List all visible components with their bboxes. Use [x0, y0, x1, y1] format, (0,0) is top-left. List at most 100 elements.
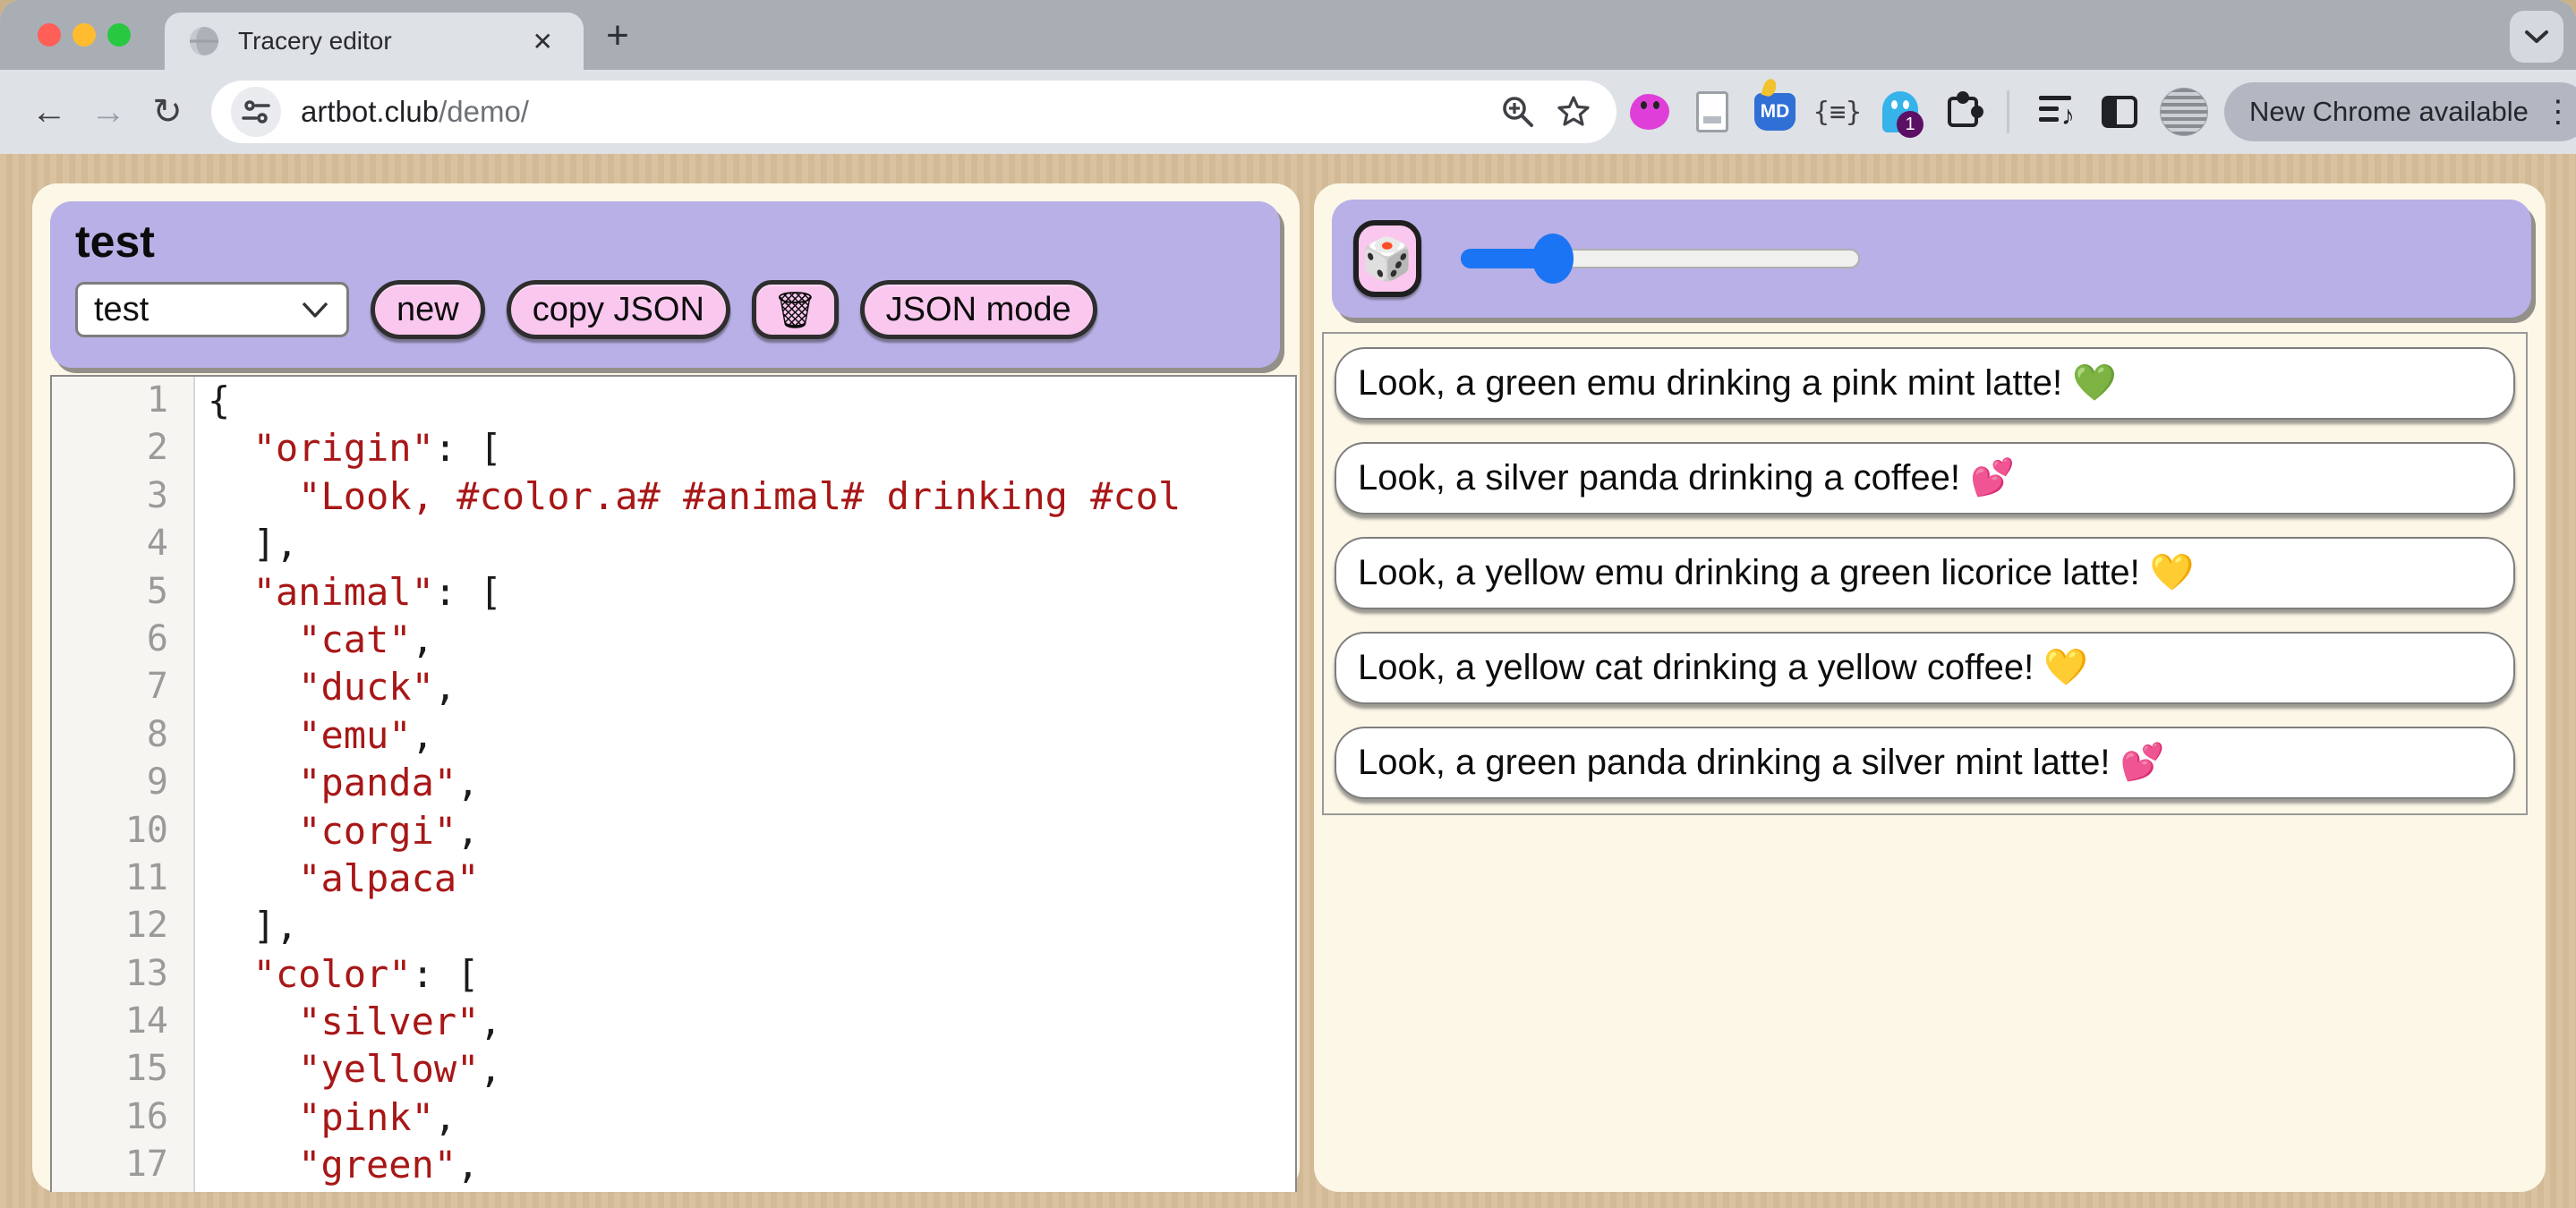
magnifier-plus-icon [1500, 94, 1536, 130]
code-text: "cat", [195, 616, 1295, 663]
code-text: "pink", [195, 1093, 1295, 1141]
minimize-window-button[interactable] [73, 23, 96, 47]
output-row: Look, a yellow cat drinking a yellow cof… [1335, 632, 2515, 704]
code-line: 5 "animal": [ [52, 568, 1295, 616]
media-queue-icon: ♪ [2039, 94, 2075, 130]
code-text: "duck", [195, 663, 1295, 710]
url-path: /demo/ [439, 95, 529, 128]
code-line: 4 ], [52, 520, 1295, 567]
reload-button[interactable]: ↻ [138, 82, 197, 141]
extension-ghost-button[interactable]: 1 [1871, 80, 1930, 144]
delete-button[interactable]: 🗑 [752, 280, 839, 339]
extension-pink-blob-button[interactable] [1620, 80, 1679, 144]
code-text: "yellow", [195, 1045, 1295, 1093]
slider-thumb[interactable] [1532, 234, 1574, 284]
code-line: 9 "panda", [52, 759, 1295, 806]
new-tab-button[interactable]: + [594, 14, 641, 61]
code-line: 15 "yellow", [52, 1045, 1295, 1093]
output-header-panel: 🎲 [1332, 200, 2531, 318]
code-text: "Look, #color.a# #animal# drinking #col [195, 472, 1295, 520]
json-code-editor[interactable]: 1{2 "origin": [3 "Look, #color.a# #anima… [50, 375, 1297, 1192]
output-row: Look, a silver panda drinking a coffee! … [1335, 442, 2515, 515]
globe-favicon-icon [188, 25, 220, 57]
code-line: 3 "Look, #color.a# #animal# drinking #co… [52, 472, 1295, 520]
code-line: 14 "silver", [52, 998, 1295, 1045]
trash-icon: 🗑 [772, 289, 818, 331]
grammar-title: test [75, 216, 1266, 268]
tab-strip: Tracery editor ✕ + [0, 0, 2576, 70]
tab-search-button[interactable] [2510, 11, 2563, 63]
new-button[interactable]: new [371, 280, 485, 339]
code-text: "silver", [195, 998, 1295, 1045]
tab-tracery-editor[interactable]: Tracery editor ✕ [165, 13, 584, 70]
code-text: "animal": [ [195, 568, 1295, 616]
profile-avatar[interactable] [2160, 88, 2208, 136]
forward-button[interactable]: → [79, 82, 138, 141]
json-braces-icon: {≡} [1813, 97, 1862, 128]
line-number: 11 [52, 855, 195, 902]
line-number: 2 [52, 424, 195, 472]
ghost-icon: 1 [1882, 91, 1918, 132]
chevron-down-icon [2523, 28, 2550, 46]
code-line: 8 "emu", [52, 711, 1295, 759]
address-bar[interactable]: artbot.club/demo/ [211, 81, 1616, 143]
output-list: Look, a green emu drinking a pink mint l… [1322, 332, 2528, 815]
extension-markdown-button[interactable]: MD [1745, 80, 1804, 144]
line-number: 1 [52, 377, 195, 424]
close-window-button[interactable] [38, 23, 61, 47]
browser-toolbar: ← → ↻ artbot.club/demo/ [0, 70, 2576, 154]
dice-icon: 🎲 [1361, 234, 1412, 284]
extension-json-formatter-button[interactable]: {≡} [1808, 80, 1867, 144]
copy-json-button[interactable]: copy JSON [507, 280, 730, 339]
line-number: 7 [52, 663, 195, 710]
line-number: 16 [52, 1093, 195, 1141]
line-number: 13 [52, 950, 195, 998]
document-icon [1696, 91, 1728, 132]
output-row: Look, a green emu drinking a pink mint l… [1335, 347, 2515, 420]
zoom-window-button[interactable] [107, 23, 131, 47]
line-number: 17 [52, 1141, 195, 1188]
chrome-update-label: New Chrome available [2249, 96, 2529, 128]
extension-document-button[interactable] [1683, 80, 1742, 144]
grammar-header-panel: test test new copy JSON 🗑 JSON mode [50, 201, 1280, 368]
code-text: { [195, 377, 1295, 424]
code-line: 10 "corgi", [52, 807, 1295, 855]
line-number: 6 [52, 616, 195, 663]
code-line: 7 "duck", [52, 663, 1295, 710]
extensions-menu-button[interactable] [1933, 80, 1992, 144]
output-count-slider[interactable] [1461, 249, 1860, 268]
code-text: "corgi", [195, 807, 1295, 855]
code-line: 6 "cat", [52, 616, 1295, 663]
json-mode-button[interactable]: JSON mode [860, 280, 1097, 339]
grammar-select-value: test [94, 291, 149, 329]
grammar-select[interactable]: test [75, 282, 349, 337]
grammar-controls: test new copy JSON 🗑 JSON mode [75, 280, 1266, 339]
pink-blob-icon [1630, 94, 1669, 130]
output-card: 🎲 Look, a green emu drinking a pink mint… [1314, 183, 2546, 1192]
side-panel-icon [2102, 96, 2137, 128]
code-line: 11 "alpaca" [52, 855, 1295, 902]
browser-window: Tracery editor ✕ + ← → ↻ artbot.club/dem… [0, 0, 2576, 1208]
menu-kebab-icon[interactable]: ⋮ [2543, 94, 2573, 130]
side-panel-button[interactable] [2090, 80, 2149, 144]
chrome-update-button[interactable]: New Chrome available ⋮ [2224, 82, 2576, 141]
site-settings-button[interactable] [231, 87, 281, 137]
line-number: 12 [52, 902, 195, 949]
editor-gutter-filler [52, 1189, 1295, 1192]
code-line: 16 "pink", [52, 1093, 1295, 1141]
zoom-page-button[interactable] [1495, 89, 1541, 135]
url-text[interactable]: artbot.club/demo/ [301, 95, 1486, 129]
code-line: 17 "green", [52, 1141, 1295, 1188]
output-row: Look, a yellow emu drinking a green lico… [1335, 537, 2515, 609]
code-line: 2 "origin": [ [52, 424, 1295, 472]
toolbar-separator [2007, 90, 2009, 133]
traffic-lights [38, 23, 131, 47]
media-controls-button[interactable]: ♪ [2027, 80, 2086, 144]
back-button[interactable]: ← [20, 82, 79, 141]
code-text: "emu", [195, 711, 1295, 759]
bookmark-star-button[interactable] [1550, 89, 1597, 135]
tab-close-icon[interactable]: ✕ [525, 25, 560, 58]
reroll-button[interactable]: 🎲 [1353, 220, 1421, 297]
line-number: 9 [52, 759, 195, 806]
puzzle-piece-icon [1948, 97, 1978, 127]
